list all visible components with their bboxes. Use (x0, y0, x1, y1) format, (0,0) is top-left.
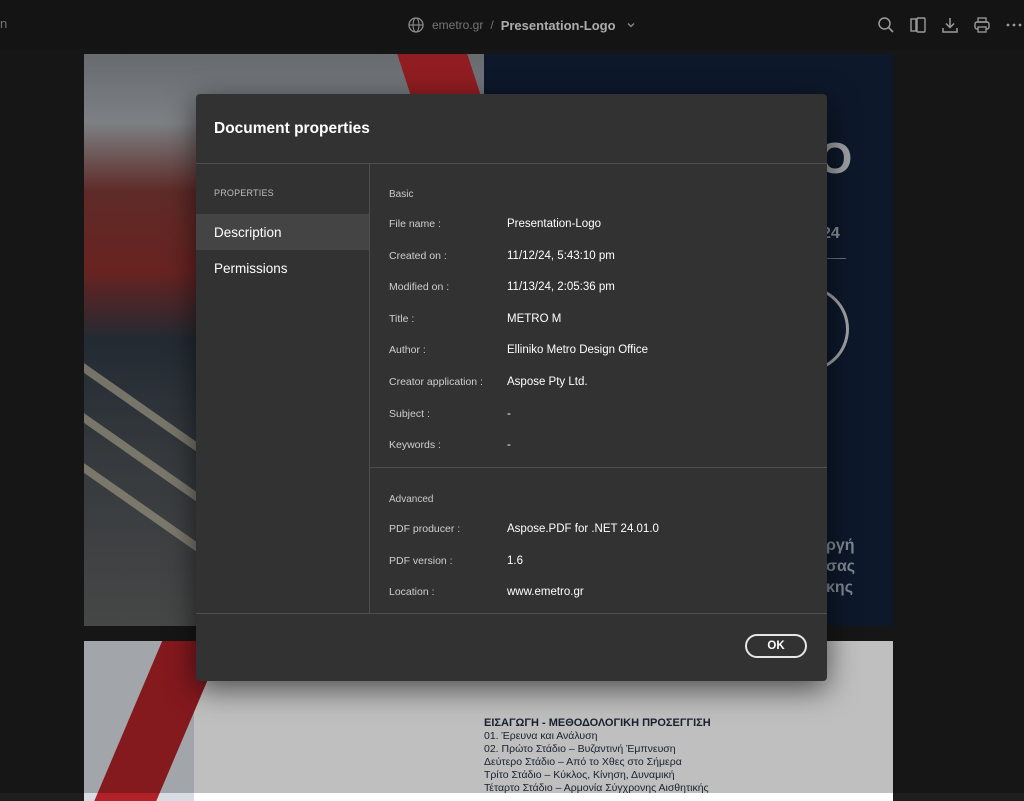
property-row: PDF producer : Aspose.PDF for .NET 24.01.… (389, 523, 809, 539)
property-value: www.emetro.gr (507, 586, 584, 598)
ok-button[interactable]: OK (745, 634, 807, 658)
property-value: - (507, 408, 511, 420)
property-value: Presentation-Logo (507, 218, 601, 230)
property-key: Keywords : (389, 439, 441, 451)
property-row: Location : www.emetro.gr (389, 586, 809, 602)
property-row: Modified on : 11/13/24, 2:05:36 pm (389, 281, 809, 297)
property-value: Aspose.PDF for .NET 24.01.0 (507, 523, 659, 535)
property-key: Creator application : (389, 376, 483, 388)
sidebar-item-label: Description (214, 224, 282, 240)
property-value: METRO M (507, 313, 562, 325)
dialog-title: Document properties (214, 120, 370, 137)
property-row: Author : Elliniko Metro Design Office (389, 344, 809, 360)
property-value: Aspose Pty Ltd. (507, 376, 588, 388)
property-key: PDF producer : (389, 523, 461, 535)
property-row: File name : Presentation-Logo (389, 218, 809, 234)
property-row: Title : METRO M (389, 313, 809, 329)
divider (196, 613, 827, 614)
property-row: Subject : - (389, 408, 809, 424)
property-value: 11/12/24, 5:43:10 pm (507, 250, 615, 262)
divider (369, 163, 370, 613)
property-row: PDF version : 1.6 (389, 555, 809, 571)
property-value: Elliniko Metro Design Office (507, 344, 649, 356)
property-key: PDF version : (389, 555, 453, 567)
property-value: - (507, 439, 511, 451)
property-key: File name : (389, 218, 441, 230)
property-key: Created on : (389, 250, 447, 262)
document-properties-dialog: Document properties PROPERTIES Descripti… (196, 94, 827, 681)
section-heading-advanced: Advanced (389, 494, 434, 505)
sidebar-item-description[interactable]: Description (196, 214, 369, 250)
sidebar-item-label: Permissions (214, 260, 288, 276)
property-key: Title : (389, 313, 415, 325)
section-heading-basic: Basic (389, 189, 414, 200)
property-value: 1.6 (507, 555, 523, 567)
divider (196, 163, 827, 164)
property-key: Location : (389, 586, 435, 598)
property-key: Author : (389, 344, 426, 356)
sidebar-heading: PROPERTIES (214, 188, 274, 198)
sidebar-item-permissions[interactable]: Permissions (196, 250, 369, 286)
property-row: Keywords : - (389, 439, 809, 455)
property-key: Modified on : (389, 281, 450, 293)
property-row: Created on : 11/12/24, 5:43:10 pm (389, 250, 809, 266)
property-value: 11/13/24, 2:05:36 pm (507, 281, 615, 293)
property-key: Subject : (389, 408, 430, 420)
property-row: Creator application : Aspose Pty Ltd. (389, 376, 809, 392)
divider (370, 467, 827, 468)
